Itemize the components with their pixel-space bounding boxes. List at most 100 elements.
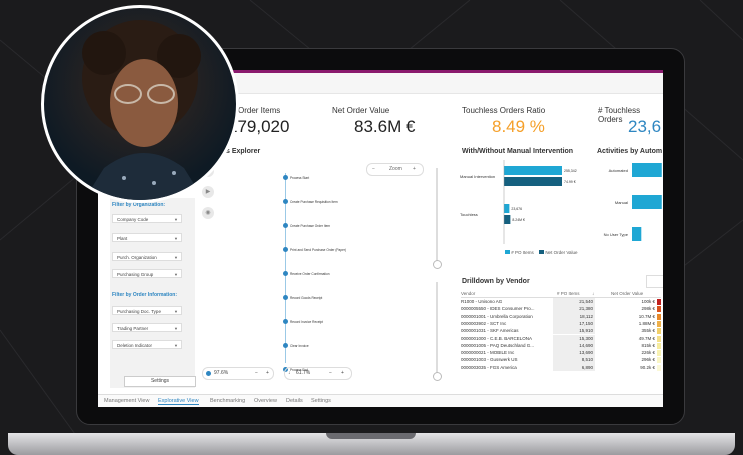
flow-node-label: Create Purchase Requisition Item	[290, 199, 338, 204]
cell-po-items: 8,510	[553, 356, 595, 364]
col-vendor[interactable]: Vendor	[461, 290, 475, 297]
data-label: 8.24M €	[512, 218, 525, 222]
table-row[interactable]: 0000001003 - Gusswerk US 8,510 296k €	[461, 356, 661, 364]
heat-indicator	[657, 306, 661, 313]
filter-plant[interactable]: Plant ▼	[112, 233, 182, 242]
zoom-label: Zoom	[389, 166, 402, 172]
flow-node[interactable]	[283, 223, 288, 228]
flow-node[interactable]	[283, 319, 288, 324]
legend-nov-label: Net Order Value	[545, 250, 578, 255]
cell-net-order-value: 355k €	[641, 328, 655, 334]
table-row[interactable]: 0000003035 - FGS America 6,890 90.2k €	[461, 363, 661, 371]
flow-node[interactable]	[283, 295, 288, 300]
legend-swatch-nov	[539, 250, 545, 254]
activity-slider-value: 97.6%	[214, 370, 229, 376]
tab-details[interactable]: Details	[286, 398, 303, 404]
chevron-down-icon: ▼	[174, 343, 178, 348]
slider-plus-button[interactable]: +	[341, 368, 344, 379]
table-row[interactable]: 0000005550 - IDES Consumer Pro... 21,380 2…	[461, 305, 661, 313]
kpi-value-touchless-ratio: 8.49 %	[492, 117, 545, 136]
eye-icon[interactable]: ◉	[202, 207, 214, 219]
filter-order-header: Filter by Order Information:	[112, 292, 178, 298]
tab-benchmarking[interactable]: Benchmarking	[210, 398, 245, 404]
cell-net-order-value: 815k €	[641, 342, 655, 348]
bar	[632, 227, 642, 241]
slider-minus-button[interactable]: −	[255, 368, 258, 379]
table-row[interactable]: 0000000021 - MOBILE Inc 13,690 226k €	[461, 349, 661, 357]
chevron-down-icon: ▼	[174, 217, 178, 222]
cell-vendor: R1000 - Unisono AG	[461, 299, 503, 304]
drilldown-selector[interactable]	[646, 275, 663, 288]
drilldown-title: Drilldown by Vendor	[462, 278, 530, 285]
tab-settings[interactable]: Settings	[311, 398, 331, 404]
filter-purch-organization[interactable]: Purch. Organization ▼	[112, 252, 182, 261]
table-row[interactable]: 0000001031 - SKF Americas 15,910 355k €	[461, 327, 661, 335]
legend-po-label: # PO Items	[511, 250, 534, 255]
cell-vendor: 0000001003 - Gusswerk US	[461, 357, 518, 363]
table-row[interactable]: 0000001000 - C.E.B. BARCELONA 15,300 49.7M…	[461, 334, 661, 342]
arrow-down-icon: ↓	[288, 370, 291, 376]
manual-intervention-chart: Manual Intervention 255,342 74.99 € Touchle…	[460, 160, 577, 244]
kpi-value-touchless-orders: 23,6	[628, 117, 662, 136]
table-row[interactable]: 0000001001 - Umbrella Corporation 18,112 1…	[461, 312, 661, 320]
cell-net-order-value: 10.7M €	[638, 313, 655, 319]
vertical-slider-track-top	[436, 168, 438, 263]
vertical-slider-handle-bottom[interactable]	[433, 372, 442, 381]
filter-trading-partner[interactable]: Trading Partner ▼	[112, 323, 182, 332]
cell-vendor: 0000003035 - FGS America	[461, 364, 517, 370]
filter-purchasing-doc-type[interactable]: Purchasing Doc. Type ▼	[112, 306, 182, 315]
data-label: 23,676	[511, 207, 522, 211]
manual-chart-title: With/Without Manual Intervention	[462, 148, 574, 155]
tab-management-view[interactable]: Management View	[104, 398, 149, 404]
bar	[632, 163, 662, 177]
settings-button[interactable]: Settings	[124, 376, 196, 387]
activities-chart-title: Activities by Autom	[597, 148, 663, 155]
cell-po-items: 13,690	[553, 349, 595, 357]
sort-icon[interactable]: ↓	[592, 290, 594, 297]
tab-explorative-view[interactable]: Explorative View	[158, 398, 199, 405]
filter-deletion-indicator[interactable]: Deletion Indicator ▼	[112, 340, 182, 349]
cell-po-items: 15,300	[553, 334, 595, 342]
chevron-down-icon: ▼	[174, 255, 178, 260]
zoom-out-button[interactable]: −	[372, 164, 375, 175]
slider-minus-button[interactable]: −	[329, 368, 332, 379]
heat-indicator	[657, 313, 661, 320]
bar-po-items	[504, 166, 562, 175]
slider-plus-button[interactable]: +	[266, 368, 269, 379]
flow-node[interactable]	[283, 247, 288, 252]
category-label: Touchless	[460, 212, 478, 217]
cell-net-order-value: 49.7M €	[638, 335, 655, 341]
vertical-slider-handle-top[interactable]	[433, 260, 442, 269]
flow-node[interactable]	[283, 175, 288, 180]
flow-node[interactable]	[283, 271, 288, 276]
heat-indicator	[657, 350, 661, 357]
person-photo	[41, 5, 239, 203]
flow-node[interactable]	[283, 343, 288, 348]
kpi-label-order-items: Order Items	[238, 106, 281, 115]
flow-node[interactable]	[283, 199, 288, 204]
cell-po-items: 21,380	[553, 305, 595, 313]
filter-company-code[interactable]: Company Code ▼	[112, 214, 182, 223]
laptop-notch	[326, 433, 416, 439]
heat-indicator	[657, 335, 661, 342]
flow-node-label: Create Purchase Order Item	[290, 223, 331, 228]
person-illustration	[82, 20, 204, 200]
chevron-down-icon: ▼	[174, 326, 178, 331]
activity-slider-control[interactable]: 97.6% − +	[202, 367, 274, 380]
cell-vendor: 0000001001 - Umbrella Corporation	[461, 313, 533, 319]
table-row[interactable]: 0000001005 - PAQ Deutschland G... 14,690 8…	[461, 341, 661, 350]
flow-node-label: Clear Invoice	[290, 343, 309, 348]
col-po-items[interactable]: # PO Items	[557, 290, 580, 297]
tab-overview[interactable]: Overview	[254, 398, 277, 404]
filter-purchasing-group[interactable]: Purchasing Group ▼	[112, 269, 182, 278]
cell-vendor: 0000001031 - SKF Americas	[461, 328, 519, 334]
zoom-control: − Zoom +	[366, 163, 424, 176]
play-icon[interactable]: ▶	[202, 186, 214, 198]
table-row[interactable]: 0000003902 - SCT Inc 17,150 1.88M €	[461, 319, 661, 328]
heat-indicator	[657, 364, 661, 371]
data-label: 255,342	[564, 169, 577, 173]
col-net-order-value[interactable]: Net Order Value	[611, 290, 643, 297]
path-slider-control[interactable]: ↓ 61.7% − +	[284, 367, 352, 380]
zoom-in-button[interactable]: +	[413, 164, 416, 175]
table-row[interactable]: R1000 - Unisono AG 21,540 100k €	[461, 298, 661, 306]
